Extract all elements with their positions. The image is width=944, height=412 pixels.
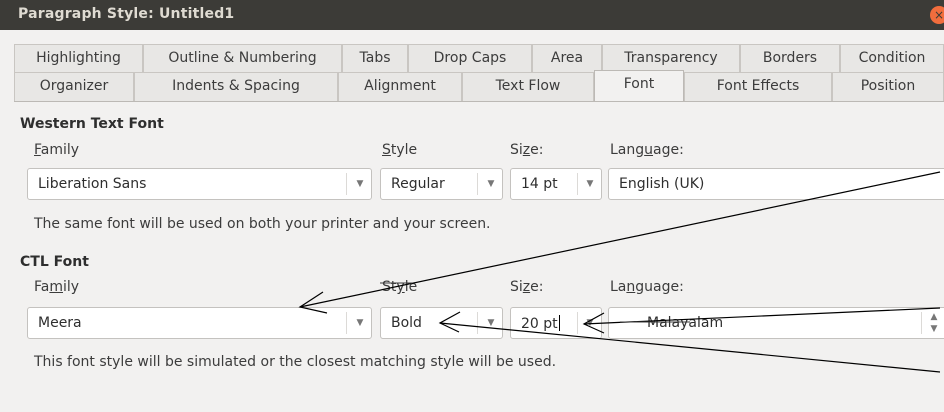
arrow-to-style (439, 322, 941, 373)
arrow-to-family (299, 171, 941, 308)
arrow-head-style (438, 311, 461, 333)
annotation-arrows (298, 171, 941, 373)
